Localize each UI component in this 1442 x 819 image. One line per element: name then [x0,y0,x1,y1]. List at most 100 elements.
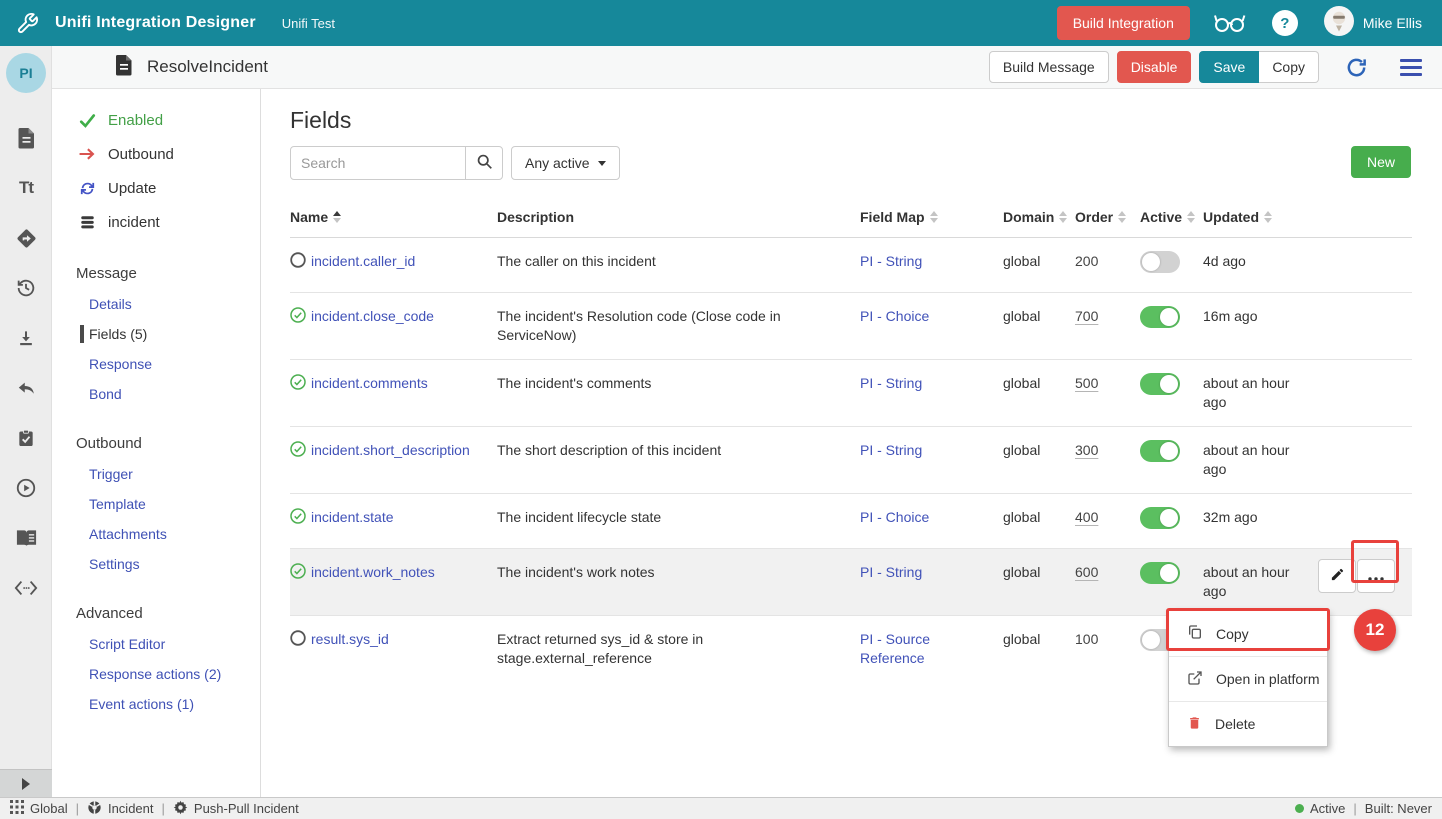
code-icon[interactable] [14,576,38,600]
statusbar-scope[interactable]: Global [10,800,68,817]
gear-icon [173,800,188,818]
order-value[interactable]: 600 [1075,564,1098,580]
play-circle-icon[interactable] [14,476,38,500]
sidebar-status-enabled[interactable]: Enabled [52,103,260,137]
sidebar-item-trigger[interactable]: Trigger [52,459,260,489]
field-domain: global [1003,360,1075,426]
menu-item-copy[interactable]: Copy [1169,611,1327,656]
disable-button[interactable]: Disable [1117,51,1192,83]
book-icon[interactable] [14,526,38,550]
search-input[interactable] [290,146,466,180]
new-field-button[interactable]: New [1351,146,1411,178]
sidebar-item-bond[interactable]: Bond [52,379,260,409]
statusbar-integration[interactable]: Incident [87,800,154,818]
message-document-icon [114,54,134,81]
field-domain: global [1003,494,1075,548]
sidebar-item-response-actions-2[interactable]: Response actions (2) [52,659,260,689]
menu-item-delete[interactable]: Delete [1169,701,1327,746]
fields-title: Fields [290,107,1442,134]
sidebar-status-outbound[interactable]: Outbound [52,137,260,171]
active-toggle[interactable] [1140,440,1180,462]
column-header-name[interactable]: Name [290,209,497,225]
refresh-icon[interactable] [1341,52,1372,83]
column-header-order[interactable]: Order [1075,209,1140,225]
section-title: Message [52,258,260,289]
workspace-name[interactable]: Unifi Test [282,16,335,31]
help-icon[interactable]: ? [1272,10,1298,36]
sidebar-item-attachments[interactable]: Attachments [52,519,260,549]
history-icon[interactable] [14,276,38,300]
order-value[interactable]: 300 [1075,442,1098,458]
statusbar-message[interactable]: Push-Pull Incident [173,800,299,818]
row-menu-button[interactable] [1357,559,1395,593]
active-toggle[interactable] [1140,306,1180,328]
user-menu[interactable]: Mike Ellis [1324,6,1422,41]
active-toggle[interactable] [1140,562,1180,584]
field-name-link[interactable]: incident.state [311,509,394,525]
field-description: The caller on this incident [497,238,860,292]
active-toggle[interactable] [1140,373,1180,395]
field-name-link[interactable]: incident.short_description [311,442,470,458]
preview-glasses-icon[interactable] [1212,11,1246,35]
field-map-link[interactable]: PI - String [860,564,922,580]
sidebar-status-update[interactable]: Update [52,171,260,205]
text-format-icon[interactable]: Tt [14,176,38,200]
order-value[interactable]: 400 [1075,509,1098,525]
save-button[interactable]: Save [1199,51,1259,83]
active-toggle[interactable] [1140,251,1180,273]
field-map-link[interactable]: PI - String [860,253,922,269]
copy-button[interactable]: Copy [1259,51,1319,83]
field-map-link[interactable]: PI - Choice [860,509,929,525]
column-header-active[interactable]: Active [1140,209,1203,225]
sidebar-item-template[interactable]: Template [52,489,260,519]
sidebar-status-incident[interactable]: incident [52,205,260,239]
order-value[interactable]: 700 [1075,308,1098,324]
undo-icon[interactable] [14,376,38,400]
field-name-link[interactable]: incident.caller_id [311,253,415,269]
sidebar-item-response[interactable]: Response [52,349,260,379]
wrench-icon[interactable] [16,12,39,35]
sidebar-item-script-editor[interactable]: Script Editor [52,629,260,659]
active-check-icon [290,441,306,462]
field-name-link[interactable]: result.sys_id [311,631,389,647]
field-map-link[interactable]: PI - String [860,375,922,391]
order-value: 100 [1075,631,1098,647]
integration-label: Incident [108,801,154,816]
tasks-icon[interactable] [14,426,38,450]
active-check-icon [290,508,306,529]
directions-icon[interactable] [14,226,38,250]
page-title: ResolveIncident [147,57,268,77]
sidebar-item-event-actions-1[interactable]: Event actions (1) [52,689,260,719]
field-map-link[interactable]: PI - Choice [860,308,929,324]
field-map-link[interactable]: PI - Source Reference [860,631,930,666]
build-integration-button[interactable]: Build Integration [1057,6,1190,40]
user-avatar [1324,6,1354,41]
column-header-field-map[interactable]: Field Map [860,209,1003,225]
filter-label: Any active [525,155,590,171]
active-filter-dropdown[interactable]: Any active [511,146,620,180]
field-name-link[interactable]: incident.comments [311,375,428,391]
active-toggle[interactable] [1140,507,1180,529]
field-map-link[interactable]: PI - String [860,442,922,458]
download-icon[interactable] [14,326,38,350]
sidebar-item-fields-5[interactable]: Fields (5) [52,319,260,349]
file-icon[interactable] [14,126,38,150]
expand-rail-button[interactable] [0,769,52,797]
integration-avatar[interactable]: PI [6,53,46,93]
column-header-updated[interactable]: Updated [1203,209,1318,225]
sidebar-item-settings[interactable]: Settings [52,549,260,579]
menu-item-label: Open in platform [1216,671,1320,687]
edit-row-button[interactable] [1318,559,1356,593]
build-message-button[interactable]: Build Message [989,51,1109,83]
sidebar-item-details[interactable]: Details [52,289,260,319]
menu-item-open-in-platform[interactable]: Open in platform [1169,656,1327,701]
row-context-menu: Copy Open in platform Delete [1168,610,1328,747]
external-link-icon [1187,670,1203,689]
order-value[interactable]: 500 [1075,375,1098,391]
field-name-link[interactable]: incident.work_notes [311,564,435,580]
field-name-link[interactable]: incident.close_code [311,308,434,324]
menu-hamburger-icon[interactable] [1396,55,1426,80]
search-button[interactable] [465,146,503,180]
column-header-description[interactable]: Description [497,209,860,225]
column-header-domain[interactable]: Domain [1003,209,1075,225]
